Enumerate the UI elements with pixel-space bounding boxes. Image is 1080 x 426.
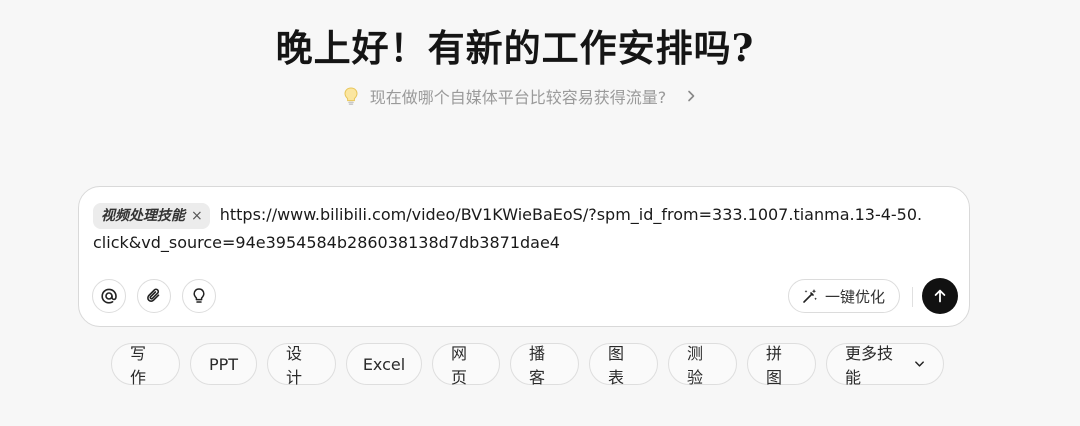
page-title: 晚上好！有新的工作安排吗? <box>275 26 755 70</box>
suggestion-text: 现在做哪个自媒体平台比较容易获得流量? <box>369 88 667 107</box>
skill-webpage[interactable]: 网页 <box>432 343 500 387</box>
optimize-button[interactable]: 一键优化 <box>788 279 901 313</box>
more-skills-label: 更多技能 <box>845 344 894 387</box>
input-text[interactable]: https://www.bilibili.com/video/BV1KWieBa… <box>93 205 922 252</box>
skill-collage[interactable]: 拼图 <box>747 343 816 387</box>
send-button[interactable] <box>922 278 958 314</box>
paperclip-icon <box>147 288 160 302</box>
message-input[interactable]: 视频处理技能 × https://www.bilibili.com/video/… <box>93 201 925 257</box>
skill-podcast[interactable]: 播客 <box>510 343 579 387</box>
suggestion-link[interactable]: 现在做哪个自媒体平台比较容易获得流量? <box>0 84 1040 108</box>
page: 晚上好！有新的工作安排吗? 现在做哪个自媒体平台比较容易获得流量? 视频处理技能… <box>0 0 1080 426</box>
skill-chip-label: 视频处理技能 <box>101 207 185 224</box>
composer-box: 视频处理技能 × https://www.bilibili.com/video/… <box>78 186 970 327</box>
chip-close-icon[interactable]: × <box>191 203 203 229</box>
attach-button[interactable] <box>137 279 171 313</box>
magic-wand-icon <box>803 289 817 303</box>
chevron-right-icon <box>688 90 695 102</box>
skill-writing[interactable]: 写作 <box>111 343 180 387</box>
chevron-down-icon <box>915 361 924 367</box>
skill-ppt[interactable]: PPT <box>190 343 257 385</box>
lightbulb-outline-icon <box>193 288 205 303</box>
skill-chip: 视频处理技能 × <box>93 202 210 229</box>
toolbar-divider <box>912 287 913 307</box>
skill-quiz[interactable]: 测验 <box>668 343 737 387</box>
optimize-label: 一键优化 <box>825 287 886 306</box>
lightbulb-icon <box>344 87 358 105</box>
skill-excel[interactable]: Excel <box>346 343 422 385</box>
at-sign-icon <box>101 288 117 304</box>
skill-design[interactable]: 设计 <box>267 343 336 387</box>
mention-button[interactable] <box>92 279 126 313</box>
more-skills-button[interactable]: 更多技能 <box>826 343 944 387</box>
skill-chart[interactable]: 图表 <box>589 343 658 387</box>
arrow-up-icon <box>934 289 946 303</box>
inspiration-button[interactable] <box>182 279 216 313</box>
skill-shortcuts: 写作 PPT 设计 Excel 网页 播客 图表 测验 拼图 更多技能 <box>111 343 944 387</box>
